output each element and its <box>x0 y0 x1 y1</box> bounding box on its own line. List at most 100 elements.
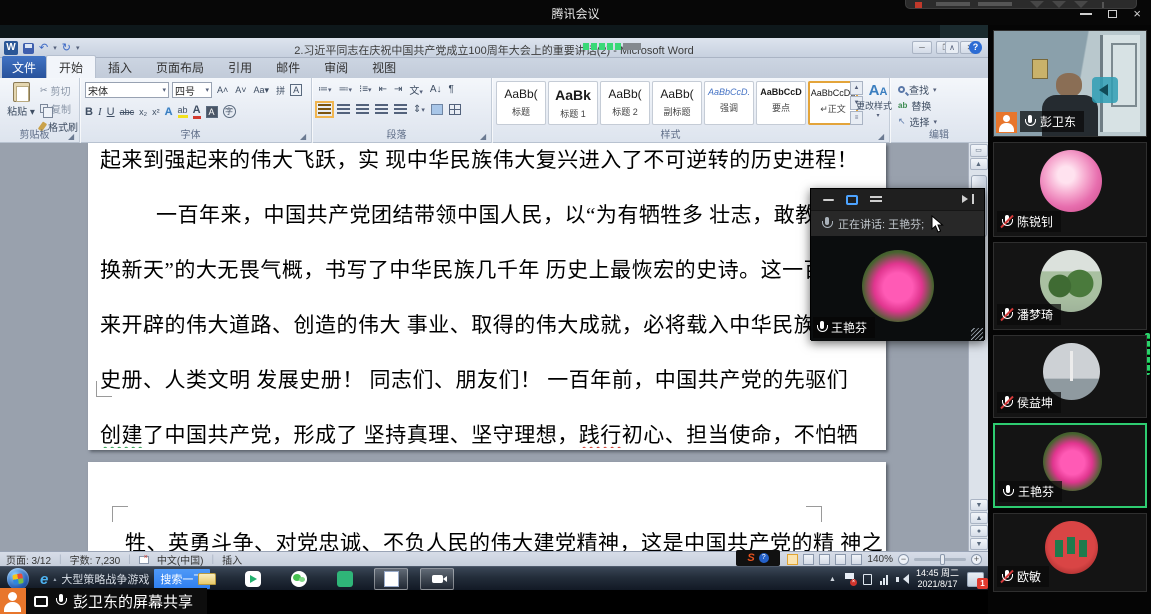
style-chip-6[interactable]: AaBbCcD要点 <box>756 81 806 125</box>
search-query-text[interactable]: 大型策略战争游戏 <box>61 571 149 587</box>
tab-页面布局[interactable]: 页面布局 <box>144 56 216 78</box>
scroll-down-icon[interactable]: ▼ <box>970 499 988 511</box>
action-center-icon[interactable] <box>844 573 855 585</box>
taskbar-wechat-button[interactable] <box>282 568 316 590</box>
resize-handle[interactable] <box>971 328 983 340</box>
font-dialog-launcher[interactable]: ◢ <box>300 132 309 141</box>
volume-icon[interactable] <box>896 574 908 585</box>
clipboard-dialog-launcher[interactable]: ◢ <box>68 132 77 141</box>
meeting-maximize-button[interactable] <box>1108 10 1117 18</box>
spellcheck-icon[interactable] <box>139 556 149 564</box>
participant-tile-彭卫东[interactable]: 彭卫东 <box>993 30 1147 137</box>
ime-indicator[interactable]: S ? <box>736 550 780 566</box>
bullets-icon[interactable]: ≔▾ <box>318 84 332 95</box>
multilevel-list-icon[interactable]: ⁝≡▾ <box>359 84 372 95</box>
borders-icon[interactable] <box>449 104 461 115</box>
taskbar-tencent-meeting-button[interactable] <box>420 568 454 590</box>
web-layout-view-button[interactable] <box>819 554 830 565</box>
insert-mode-indicator[interactable]: 插入 <box>222 552 242 567</box>
language-indicator[interactable]: 中文(中国) <box>157 552 204 567</box>
participant-tile-陈锐钊[interactable]: 陈锐钊 <box>993 142 1147 237</box>
change-case-icon[interactable]: Aa▾ <box>252 84 272 97</box>
justify-button[interactable] <box>375 104 388 115</box>
shading-icon[interactable] <box>431 104 443 115</box>
microphone-icon[interactable] <box>821 217 832 231</box>
replace-button[interactable]: ab替换 <box>898 98 931 113</box>
zoom-level[interactable]: 140% <box>867 554 893 565</box>
style-chip-1[interactable]: AaBb(标题 <box>496 81 546 125</box>
subscript-button[interactable]: x₂ <box>139 107 147 117</box>
show-marks-icon[interactable]: ¶ <box>449 84 454 95</box>
bold-button[interactable]: B <box>85 106 93 118</box>
start-button[interactable] <box>7 568 29 590</box>
meeting-close-button[interactable]: × <box>1133 9 1141 19</box>
highlight-color-icon[interactable]: ab <box>178 105 188 118</box>
taskbar-clock[interactable]: 14:45 周二2021/8/17 <box>916 568 959 590</box>
tab-插入[interactable]: 插入 <box>96 56 144 78</box>
help-icon[interactable]: ? <box>969 41 982 54</box>
minimize-ribbon-icon[interactable]: ∧ <box>945 41 959 54</box>
word-minimize-button[interactable]: ─ <box>912 41 932 54</box>
draft-view-button[interactable] <box>851 554 862 565</box>
select-browse-object-icon[interactable]: ● <box>970 525 988 537</box>
numbering-icon[interactable]: ≕▾ <box>339 84 353 95</box>
paragraph-dialog-launcher[interactable]: ◢ <box>480 132 489 141</box>
participant-tile-欧敏[interactable]: 欧敏 <box>993 513 1147 592</box>
decrease-indent-icon[interactable]: ⇤ <box>379 84 387 95</box>
increase-indent-icon[interactable]: ⇥ <box>394 84 402 95</box>
pip-list-icon[interactable] <box>870 196 882 204</box>
style-chip-2[interactable]: AaBk标题 1 <box>548 81 598 125</box>
styles-scroll-up-icon[interactable]: ▲ <box>850 81 863 95</box>
align-left-button[interactable] <box>318 104 331 115</box>
taskbar-explorer-button[interactable] <box>190 568 224 590</box>
styles-dialog-launcher[interactable]: ◢ <box>878 132 887 141</box>
sort-icon[interactable]: A↓ <box>430 84 442 95</box>
outline-view-button[interactable] <box>835 554 846 565</box>
distribute-button[interactable] <box>394 104 407 115</box>
asian-layout-icon[interactable]: 文▾ <box>409 82 423 97</box>
phonetic-guide-icon[interactable]: 拼 <box>274 83 287 98</box>
text-effects-icon[interactable]: A <box>165 106 173 118</box>
style-chip-4[interactable]: AaBb(副标题 <box>652 81 702 125</box>
change-styles-button[interactable]: AA 更改样式 ▾ <box>868 82 888 119</box>
participant-tile-侯益坤[interactable]: 侯益坤 <box>993 335 1147 418</box>
document-page-1[interactable]: 起来到强起来的伟大飞跃，实 现中华民族伟大复兴进入了不可逆转的历史进程！一百年来… <box>88 143 886 450</box>
strikethrough-button[interactable]: abc <box>120 107 135 117</box>
tab-审阅[interactable]: 审阅 <box>312 56 360 78</box>
previous-page-icon[interactable]: ▲ <box>970 512 988 524</box>
tab-文件[interactable]: 文件 <box>2 56 46 78</box>
fullscreen-reading-view-button[interactable] <box>803 554 814 565</box>
taskbar-tencent-video-button[interactable] <box>236 568 270 590</box>
character-border-icon[interactable]: A <box>290 84 302 96</box>
show-hidden-icons-icon[interactable]: ▲ <box>829 576 836 583</box>
superscript-button[interactable]: x² <box>152 107 160 117</box>
font-name-combo[interactable]: 宋体▾ <box>85 82 169 98</box>
notification-icon[interactable]: 1 <box>967 572 984 587</box>
tab-视图[interactable]: 视图 <box>360 56 408 78</box>
line-spacing-icon[interactable]: ⇕▾ <box>413 104 425 115</box>
ruler-toggle-icon[interactable]: ▭ <box>970 144 988 157</box>
page-indicator[interactable]: 页面: 3/12 <box>6 552 51 567</box>
pip-minimize-icon[interactable] <box>823 199 834 201</box>
hide-sidebar-icon[interactable] <box>1092 77 1118 103</box>
pip-video-overlay[interactable]: 正在讲话: 王艳芬; 王艳芬 <box>810 188 985 340</box>
copy-button[interactable]: 复制 <box>40 101 78 116</box>
word-count[interactable]: 字数: 7,230 <box>70 552 121 567</box>
style-chip-5[interactable]: AaBbCcD.强调 <box>704 81 754 125</box>
shrink-font-icon[interactable]: A˅ <box>233 84 248 96</box>
taskbar-search-band[interactable]: e ▴ 大型策略战争游戏 搜索一下 <box>40 569 210 589</box>
scroll-up-icon[interactable]: ▲ <box>970 158 988 170</box>
document-page-2[interactable]: 牲、英勇斗争、对党忠诚、不负人民的伟大建党精神，这是中国共产党的精 神之 <box>88 462 886 551</box>
taskbar-pdf-reader-button[interactable] <box>328 568 362 590</box>
align-right-button[interactable] <box>356 104 369 115</box>
font-size-combo[interactable]: 四号▾ <box>172 82 212 98</box>
participant-tile-王艳芬[interactable]: 王艳芬 <box>993 423 1147 508</box>
zoom-in-button[interactable]: + <box>971 554 982 565</box>
find-button[interactable]: 查找▾ <box>898 82 937 97</box>
taskbar-word-button[interactable] <box>374 568 408 590</box>
print-layout-view-button[interactable] <box>787 554 798 565</box>
network-icon[interactable] <box>880 574 888 585</box>
enclose-characters-icon[interactable]: 字 <box>223 105 236 118</box>
paste-button[interactable]: 粘贴 ▾ <box>5 82 37 120</box>
styles-gallery-expand-icon[interactable]: ≡ <box>850 111 863 125</box>
